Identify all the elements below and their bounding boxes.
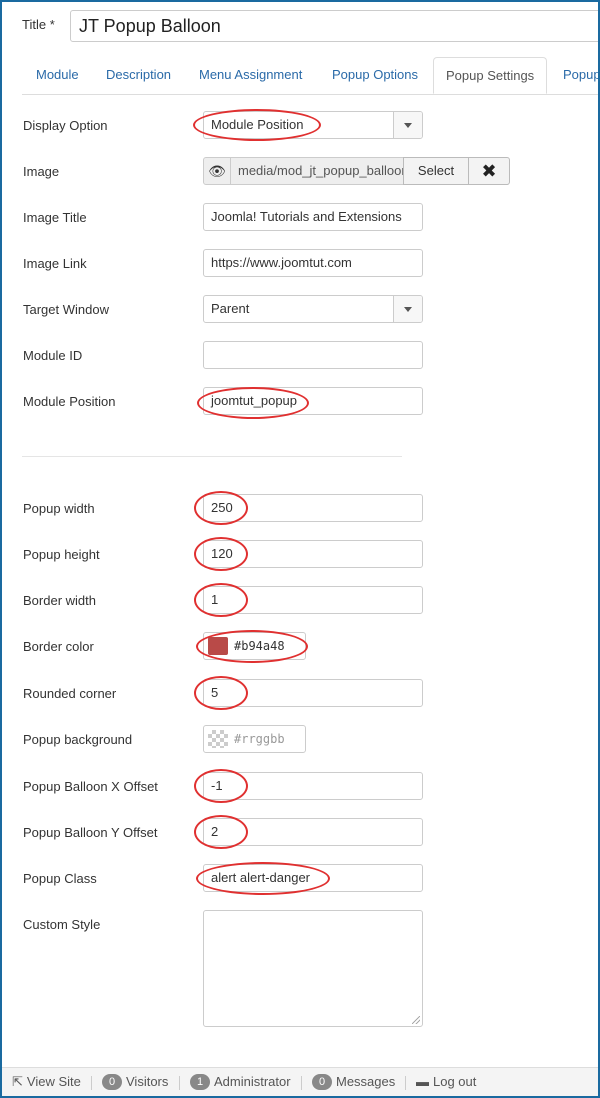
rounded-corner-label: Rounded corner [23,686,117,701]
image-label: Image [23,164,60,179]
administrator-item[interactable]: 1 Administrator [190,1068,291,1098]
image-title-input[interactable]: Joomla! Tutorials and Extensions [203,203,423,231]
image-title-label: Image Title [23,210,87,225]
title-label: Title * [22,17,55,32]
image-link-label: Image Link [23,256,87,271]
admin-badge: 1 [190,1073,210,1090]
border-color-picker[interactable]: #b94a48 [203,632,306,660]
minus-icon: ▬ [416,1074,429,1089]
border-color-value: #b94a48 [234,639,285,653]
y-offset-input[interactable]: 2 [203,818,423,846]
x-offset-input[interactable]: -1 [203,772,423,800]
view-site-link[interactable]: ⇱ View Site [12,1068,81,1098]
border-width-input[interactable]: 1 [203,586,423,614]
y-offset-label: Popup Balloon Y Offset [23,825,158,840]
popup-height-label: Popup height [23,547,100,562]
messages-label: Messages [336,1074,396,1089]
view-site-label: View Site [26,1074,81,1089]
popup-background-picker[interactable]: #rrggbb [203,725,306,753]
custom-style-textarea[interactable] [203,910,423,1027]
dropdown-toggle[interactable] [393,112,422,138]
title-input[interactable]: JT Popup Balloon [70,10,600,42]
chevron-down-icon [404,307,412,312]
tab-popup-settings[interactable]: Popup Settings [433,57,548,94]
separator [179,1076,180,1090]
tab-description[interactable]: Description [106,57,171,93]
messages-badge: 0 [312,1073,332,1090]
image-select-button[interactable]: Select [403,157,469,185]
target-window-label: Target Window [23,302,109,317]
image-link-input[interactable]: https://www.joomtut.com [203,249,423,277]
external-link-icon: ⇱ [12,1074,23,1089]
section-divider [22,456,402,457]
separator [405,1076,406,1090]
tab-menu-assignment[interactable]: Menu Assignment [199,57,302,93]
custom-style-label: Custom Style [23,917,101,932]
module-position-label: Module Position [23,394,116,409]
status-bar: ⇱ View Site 0 Visitors 1 Administrator 0 Mes… [0,1067,600,1098]
module-position-input[interactable]: joomtut_popup [203,387,423,415]
rounded-corner-input[interactable]: 5 [203,679,423,707]
popup-class-label: Popup Class [23,871,97,886]
visitors-label: Visitors [126,1074,169,1089]
target-window-value: Parent [211,301,250,316]
separator [301,1076,302,1090]
module-id-input[interactable] [203,341,423,369]
popup-width-label: Popup width [23,501,95,516]
popup-background-label: Popup background [23,732,133,747]
tab-bar: Module Description Menu Assignment Popup… [22,57,600,95]
popup-class-input[interactable]: alert alert-danger [203,864,423,892]
chevron-down-icon [404,123,412,128]
tab-module[interactable]: Module [36,57,79,93]
separator [91,1076,92,1090]
display-option-select[interactable]: Module Position [203,111,423,139]
visitors-item[interactable]: 0 Visitors [102,1068,168,1098]
border-width-label: Border width [23,593,96,608]
module-id-label: Module ID [23,348,83,363]
target-window-select[interactable]: Parent [203,295,423,323]
image-path: media/mod_jt_popup_balloon [230,157,404,185]
tab-popup-options[interactable]: Popup Options [332,57,418,93]
popup-width-input[interactable]: 250 [203,494,423,522]
transparent-swatch[interactable] [208,730,228,748]
logout-link[interactable]: ▬ Log out [416,1068,476,1098]
dropdown-toggle[interactable] [393,296,422,322]
border-color-label: Border color [23,639,94,654]
display-option-value: Module Position [211,117,304,132]
popup-height-input[interactable]: 120 [203,540,423,568]
display-option-label: Display Option [23,118,108,133]
messages-item[interactable]: 0 Messages [312,1068,395,1098]
x-offset-label: Popup Balloon X Offset [23,779,158,794]
resize-handle[interactable] [412,1016,420,1024]
logout-label: Log out [433,1074,477,1089]
color-swatch[interactable] [208,637,228,655]
clear-icon[interactable]: ✖ [468,157,510,185]
admin-label: Administrator [214,1074,291,1089]
visitors-badge: 0 [102,1073,122,1090]
tab-popup[interactable]: Popup [563,57,600,93]
popup-background-placeholder: #rrggbb [234,732,285,746]
eye-icon[interactable]: 👁 [203,157,231,185]
